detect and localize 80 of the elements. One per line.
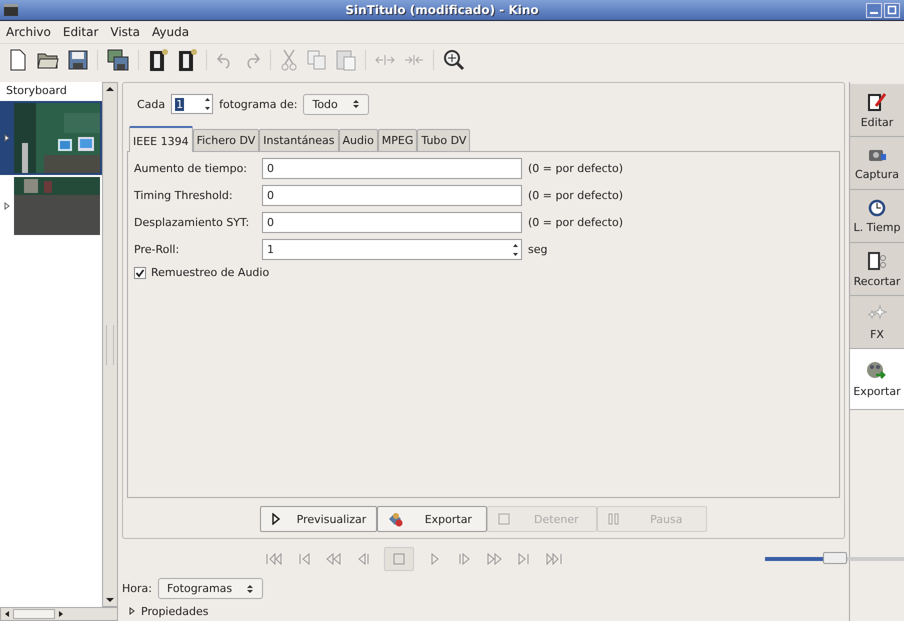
scroll-left-icon[interactable] [3,610,11,618]
frames-label: fotograma de: [219,98,298,110]
window-title: SinTitulo (modificado) - Kino [344,3,540,17]
action-button[interactable]: Previsualizar [260,506,378,532]
sidebar-tab[interactable]: FX [850,296,904,349]
storyboard-clip[interactable] [0,101,102,175]
minimize-button[interactable] [866,2,882,18]
zoom-icon[interactable] [443,49,465,71]
input-field[interactable]: 0 [262,212,522,233]
film-pencil-icon [867,92,887,112]
skip-back-icon[interactable] [324,552,342,565]
film-scissors-icon [867,250,887,270]
maximize-icon [887,5,897,15]
film-strip-icon[interactable] [177,48,197,72]
field-hint: seg [528,243,548,256]
expander-icon[interactable] [4,202,10,210]
field-label: Aumento de tiempo: [134,162,248,175]
frames-dropdown[interactable]: Todo [303,94,369,114]
menu-item[interactable]: Archivo [6,25,51,39]
every-spin-field[interactable]: 1 [171,94,214,114]
clapperboard-icon [4,4,18,16]
field-hint: (0 = por defecto) [528,162,624,175]
time-format-dropdown[interactable]: Fotogramas [158,578,264,600]
maximize-button[interactable] [884,2,900,18]
tab[interactable]: Instantáneas [259,129,339,151]
tab[interactable]: Tubo DV [417,129,470,151]
scrollbar[interactable] [102,82,118,607]
stop-button[interactable] [384,546,414,571]
expander-icon [128,607,136,616]
tab[interactable]: MPEG [378,129,418,151]
field-label: Desplazamiento SYT: [134,216,250,229]
menu-item[interactable]: Editar [62,25,98,39]
sidebar-tab[interactable]: Exportar [850,349,904,410]
dropdown-arrows-icon [246,582,254,595]
folder-icon[interactable] [37,51,59,69]
tab[interactable]: Audio [338,129,378,151]
every-label: Cada [137,98,166,110]
field-hint: (0 = por defecto) [528,189,624,202]
tab[interactable]: IEEE 1394 [129,126,193,152]
slider-handle[interactable] [823,552,847,564]
paste-icon[interactable] [336,49,356,71]
input-field[interactable]: 0 [262,158,522,179]
checkbox[interactable] [134,266,146,278]
field-hint: (0 = por defecto) [528,216,624,229]
sidebar-tab[interactable]: Editar [850,84,904,137]
minimize-icon [870,12,878,14]
skip-back-icon[interactable] [264,552,282,565]
input-field[interactable]: 0 [262,185,522,206]
stop-icon [392,552,404,565]
storyboard-label: Storyboard [5,83,68,99]
checkbox-label[interactable]: Remuestreo de Audio [151,266,270,279]
tab[interactable]: Fichero DV [192,129,260,151]
new-document-icon[interactable] [8,49,28,71]
spin-field[interactable]: 1 [262,239,522,260]
skip-forward-icon[interactable] [546,552,564,565]
pane-grip[interactable] [106,324,114,364]
export-icon [388,511,404,528]
pause-icon [608,513,620,526]
save-frame-icon[interactable] [107,49,129,71]
scroll-up-icon[interactable] [105,85,115,93]
dropdown-arrows-icon [352,98,360,110]
properties-expander[interactable]: Propiedades [122,602,845,621]
sidebar-tab[interactable]: Recortar [850,243,904,296]
action-button[interactable]: Exportar [377,506,488,532]
field-label: Timing Threshold: [134,189,234,202]
film-strip-icon[interactable] [148,48,168,72]
expander-icon[interactable] [4,134,10,142]
menu-item[interactable]: Ayuda [152,25,190,39]
scroll-right-icon[interactable] [57,610,65,618]
skip-forward-icon[interactable] [486,552,504,565]
clock-icon [868,198,886,216]
sidebar-tab[interactable]: L. Tiemp [850,190,904,243]
field-label: Pre-Roll: [134,243,180,256]
time-label: Hora: [122,582,152,596]
sidebar-tab[interactable]: Captura [850,137,904,190]
scroll-down-icon[interactable] [105,596,115,604]
horizontal-scrollbar[interactable] [0,607,118,621]
menu-item[interactable]: Vista [110,25,140,39]
play-icon [270,513,281,526]
stop-icon [498,513,510,526]
